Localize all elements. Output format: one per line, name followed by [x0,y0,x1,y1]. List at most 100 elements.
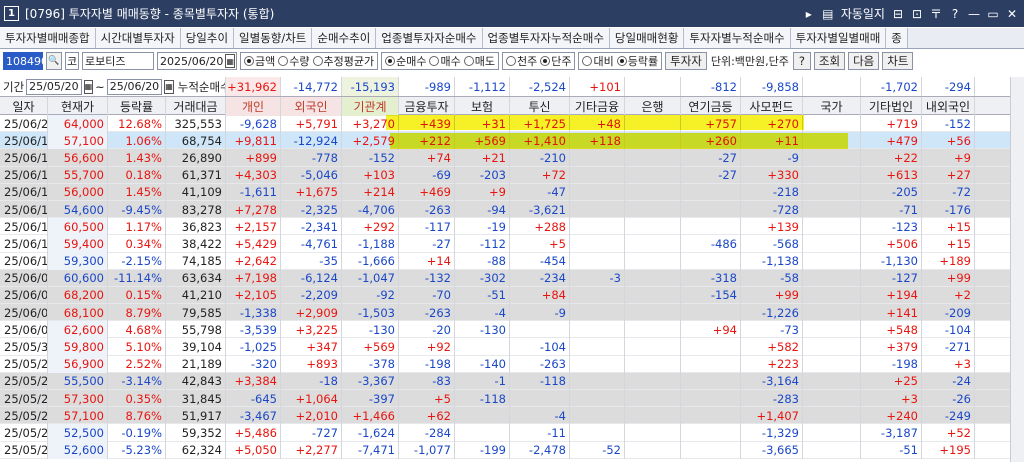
maximize-icon[interactable]: ▭ [987,7,999,21]
search-icon[interactable]: 🔍 [46,52,62,70]
table-row[interactable]: 25/06/1159,4000.34%38,422+5,429-4,761-1,… [0,235,1024,253]
cell-bank [625,286,681,305]
cell-private-fund: +99 [741,286,803,305]
tab-intraday-trend[interactable]: 당일추이 [180,28,235,48]
calendar-icon[interactable]: ▦ [83,79,94,94]
cell-bank [625,149,681,167]
table-row[interactable]: 25/06/0468,1008.79%79,585-1,338+2,909-1,… [0,304,1024,322]
cell-investment-trust: -118 [510,372,570,390]
radio-thousand-shares[interactable]: 천주 [505,53,537,69]
cell-insurance: -88 [455,252,510,270]
table-row[interactable]: 25/06/0568,2000.15%41,210+2,105-2,209-92… [0,286,1024,305]
calendar-icon[interactable]: ▦ [164,79,174,94]
cell-individual: -3,467 [226,407,281,425]
cell-investment-trust: -3,621 [510,200,570,219]
cell-insurance: -118 [455,390,510,408]
stock-name-field[interactable]: 로보티즈 [82,52,154,70]
radio-change[interactable]: 대비 [582,53,614,69]
cell-institution: -1,503 [342,304,399,322]
cell-volume: 79,585 [166,304,226,322]
window-icon[interactable]: ⊡ [911,7,923,21]
cell-volume: 55,798 [166,321,226,339]
controls-row: 108490 🔍 코 로보티즈 2025/06/20 ▦ 금액 수량 추정평균가… [0,51,1024,71]
pin-icon[interactable]: 〒 [930,5,942,22]
arrow-right-icon[interactable]: ▸ [803,7,815,21]
minimize-icon[interactable]: — [968,7,980,21]
cell-price: 56,600 [48,149,108,167]
cell-volume: 26,890 [166,149,226,167]
table-row[interactable]: 25/06/1656,0001.45%41,109-1,611+1,675+21… [0,183,1024,201]
period-to[interactable]: 25/06/20 [106,78,163,95]
cell-price: 57,100 [48,132,108,150]
tab-daily-chart[interactable]: 일별동향/차트 [234,28,313,48]
tab-sector-net-buy[interactable]: 업종별투자자순매수 [376,28,483,48]
tab-investor-summary[interactable]: 투자자별매매종합 [0,28,96,48]
period-from[interactable]: 25/05/20 [26,78,82,95]
chart-button[interactable]: 차트 [882,52,914,70]
cell-private-fund: -283 [741,390,803,408]
radio-buy[interactable]: 매수 [429,53,461,69]
cell-price: 57,300 [48,390,108,408]
vertical-scrollbar[interactable] [1010,77,1024,462]
cell-pension: -154 [681,286,741,305]
table-row[interactable]: 25/06/1755,7000.18%61,371+4,303-5,046+10… [0,166,1024,184]
cell-date: 25/06/17 [0,166,48,184]
investor-button[interactable]: 투자자 [665,52,707,70]
query-button[interactable]: 조회 [813,52,846,70]
cell-bank [625,355,681,373]
table-row[interactable]: 25/06/1856,6001.43%26,890+899-778-152+74… [0,149,1024,167]
cell-institution: -378 [342,355,399,373]
radio-change-rate[interactable]: 등락률 [616,53,658,69]
radio-avg-price[interactable]: 추정평균가 [312,53,374,69]
radio-amount[interactable]: 금액 [244,53,275,69]
table-row[interactable]: 25/06/1260,5001.17%36,823+2,157-2,341+29… [0,218,1024,236]
tab-more[interactable]: 종 [886,28,908,48]
cell-foreign: -12,924 [281,132,342,150]
table-row[interactable]: 25/05/2757,3000.35%31,845-645+1,064-397+… [0,390,1024,408]
table-row[interactable]: 25/05/2352,500-0.19%59,352+5,486-727-1,6… [0,424,1024,442]
layout-icon[interactable]: ⊟ [892,7,904,21]
auto-lock-label[interactable]: 자동일지 [841,5,885,22]
next-button[interactable]: 다음 [848,52,880,70]
cell-other-finance [570,407,625,425]
calendar-icon[interactable]: ▦ [225,54,235,68]
table-row[interactable]: 25/05/3059,8005.10%39,104-1,025+347+569+… [0,338,1024,356]
help-button[interactable]: ? [792,52,811,70]
table-row[interactable]: 25/05/2855,500-3.14%42,843+3,384-18-3,36… [0,372,1024,390]
data-table[interactable]: 25/06/2064,00012.68%325,553-9,628+5,791+… [0,115,1024,459]
radio-sell[interactable]: 매도 [463,53,495,69]
table-row[interactable]: 25/06/1354,600-9.45%83,278+7,278-2,325-4… [0,200,1024,219]
tab-sector-cum-net-buy[interactable]: 업종별투자자누적순매수 [482,28,610,48]
table-row[interactable]: 25/06/0960,600-11.14%63,634+7,198-6,124-… [0,269,1024,287]
date-field[interactable]: 2025/06/20 ▦ [157,52,237,70]
close-icon[interactable]: ✕ [1006,7,1018,21]
table-row[interactable]: 25/05/2956,9002.52%21,189-320+893-378-19… [0,355,1024,373]
tab-investor-daily-trade[interactable]: 투자자별일별매매 [790,28,887,48]
radio-quantity[interactable]: 수량 [278,53,310,69]
table-row[interactable]: 25/05/2252,600-5.23%62,324+5,050+2,277-7… [0,441,1024,459]
cell-other-corp: -127 [861,269,922,287]
help-icon[interactable]: ? [949,7,961,21]
tab-time-investor[interactable]: 시간대별투자자 [95,28,181,48]
table-row[interactable]: 25/06/0262,6004.68%55,798-3,539+3,225-13… [0,321,1024,339]
cell-pension [681,372,741,390]
summary-domestic-foreign: -294 [922,77,975,96]
cell-financial-investment: +469 [399,183,455,201]
cell-institution: -4,706 [342,200,399,219]
column-header-other-corp: 기타법인 [861,97,922,116]
cell-investment-trust: -263 [510,355,570,373]
summary-government [803,77,861,96]
cell-date: 25/05/23 [0,424,48,442]
radio-single-shares[interactable]: 단주 [540,53,571,69]
stock-code-input[interactable]: 108490 [3,52,48,70]
auto-lock-icon[interactable]: ▤ [822,7,834,21]
tab-daily-trade-status[interactable]: 당일매매현황 [609,28,685,48]
tab-investor-cum-net-buy[interactable]: 투자자별누적순매수 [684,28,791,48]
tab-net-buy-trend[interactable]: 순매수추이 [312,28,377,48]
cell-bank [625,390,681,408]
table-row[interactable]: 25/06/1059,300-2.15%74,185+2,642-35-1,66… [0,252,1024,270]
table-row[interactable]: 25/05/2657,1008.76%51,917-3,467+2,010+1,… [0,407,1024,425]
period-selector[interactable]: 기간 25/05/20 ▦ ~25/06/20 ▦ 누적순매수 [0,77,226,96]
cell-other-corp: -71 [861,200,922,219]
radio-net-buy[interactable]: 순매수 [385,53,426,69]
